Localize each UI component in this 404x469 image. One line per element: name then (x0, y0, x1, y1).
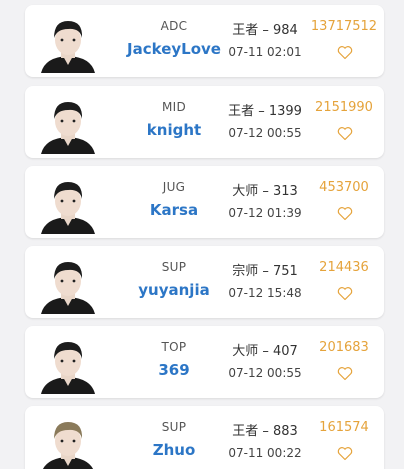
player-card[interactable]: ADC JackeyLove 王者 – 984 07-11 02:01 1371… (25, 5, 384, 77)
player-avatar (35, 94, 101, 154)
player-rank: 王者 – 984 (232, 23, 298, 38)
player-rank: 王者 – 1399 (228, 104, 302, 119)
player-avatar (35, 334, 101, 394)
player-card[interactable]: SUP yuyanjia 宗师 – 751 07-12 15:48 214436 (25, 246, 384, 318)
player-time: 07-12 15:48 (228, 286, 302, 300)
player-card[interactable]: TOP 369 大师 – 407 07-12 00:55 201683 (25, 326, 384, 398)
player-time: 07-12 01:39 (228, 206, 302, 220)
player-avatar (35, 174, 101, 234)
player-avatar (35, 254, 101, 314)
heart-outline-icon[interactable] (337, 206, 353, 221)
player-rank: 宗师 – 751 (232, 264, 298, 279)
heart-outline-icon[interactable] (337, 45, 353, 60)
heart-outline-icon[interactable] (337, 126, 353, 141)
player-score: 453700 (319, 180, 369, 195)
player-time: 07-12 00:55 (228, 366, 302, 380)
player-score: 214436 (319, 260, 369, 275)
player-rank: 王者 – 883 (232, 424, 298, 439)
player-score: 2151990 (315, 100, 373, 115)
player-time: 07-11 00:22 (228, 446, 302, 460)
player-time: 07-11 02:01 (228, 45, 302, 59)
player-rank: 大师 – 313 (232, 184, 298, 199)
player-time: 07-12 00:55 (228, 126, 302, 140)
player-rank: 大师 – 407 (232, 344, 298, 359)
player-card[interactable]: SUP Zhuo 王者 – 883 07-11 00:22 161574 (25, 406, 384, 469)
player-list: ADC JackeyLove 王者 – 984 07-11 02:01 1371… (0, 0, 404, 469)
heart-outline-icon[interactable] (337, 446, 353, 461)
player-score: 161574 (319, 420, 369, 435)
heart-outline-icon[interactable] (337, 366, 353, 381)
player-card[interactable]: MID knight 王者 – 1399 07-12 00:55 2151990 (25, 86, 384, 158)
player-avatar (35, 13, 101, 73)
player-card[interactable]: JUG Karsa 大师 – 313 07-12 01:39 453700 (25, 166, 384, 238)
heart-outline-icon[interactable] (337, 286, 353, 301)
player-score: 13717512 (310, 19, 378, 34)
player-avatar (35, 414, 101, 469)
player-score: 201683 (319, 340, 369, 355)
